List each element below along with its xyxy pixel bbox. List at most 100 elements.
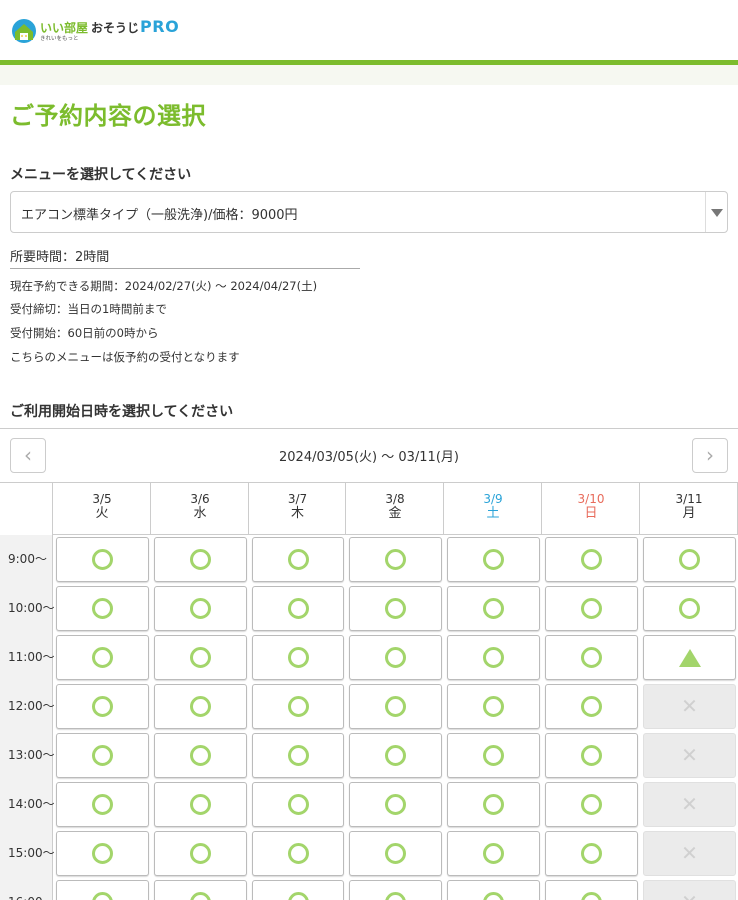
info-provisional: こちらのメニューは仮予約の受付となります: [10, 350, 240, 364]
day-weekday: 水: [193, 506, 207, 521]
day-header: 3/7 木: [250, 483, 346, 535]
slot-available[interactable]: [447, 684, 540, 729]
slot-available[interactable]: [56, 831, 149, 876]
slot-available[interactable]: [545, 782, 638, 827]
slot-available[interactable]: [252, 586, 344, 631]
day-header: 3/9 土: [445, 483, 542, 535]
slot-available[interactable]: [56, 635, 149, 680]
circle-available-icon: [581, 598, 602, 619]
circle-available-icon: [287, 647, 309, 668]
slot-available[interactable]: [349, 537, 442, 582]
circle-available-icon: [190, 549, 211, 570]
slot-available[interactable]: [643, 537, 736, 582]
house-logo-icon: [11, 18, 37, 44]
slot-available[interactable]: [252, 831, 344, 876]
slot-full: ✕: [643, 831, 736, 876]
day-header: 3/5 火: [54, 483, 151, 535]
day-header: 3/8 金: [347, 483, 444, 535]
slot-available[interactable]: [545, 880, 638, 900]
slot-available[interactable]: [545, 586, 638, 631]
info-booking-period: 現在予約できる期間：2024/02/27(火) 〜 2024/04/27(土): [10, 279, 318, 293]
slot-available[interactable]: [56, 586, 149, 631]
cross-full-icon: ✕: [681, 792, 698, 816]
slot-available[interactable]: [349, 635, 442, 680]
slot-available[interactable]: [154, 537, 247, 582]
slot-available[interactable]: [154, 635, 247, 680]
slot-full: ✕: [643, 733, 736, 778]
day-weekday: 木: [290, 506, 304, 521]
cross-full-icon: ✕: [644, 881, 735, 900]
slot-available[interactable]: [349, 782, 442, 827]
menu-select-value: エアコン標準タイプ（一般洗浄)/価格：9000円: [21, 208, 298, 223]
circle-available-icon: [581, 696, 602, 717]
circle-available-icon: [190, 794, 211, 815]
day-weekday: 土: [486, 506, 500, 521]
slot-available[interactable]: [252, 880, 344, 900]
cross-full-icon: ✕: [681, 841, 698, 865]
slot-available[interactable]: [252, 782, 344, 827]
slot-full: ✕: [643, 782, 736, 827]
slot-available[interactable]: [154, 586, 247, 631]
slot-available[interactable]: [545, 733, 638, 778]
day-date: 3/5: [92, 492, 112, 506]
slot-available[interactable]: [154, 782, 247, 827]
time-label: 10:00〜: [0, 584, 55, 633]
circle-available-icon: [581, 647, 602, 668]
slot-available[interactable]: [349, 831, 442, 876]
circle-available-icon: [581, 745, 602, 766]
day-date: 3/11: [675, 492, 703, 506]
day-date: 3/8: [385, 492, 405, 506]
slot-available[interactable]: [56, 733, 149, 778]
circle-available-icon: [483, 549, 504, 570]
duration-text: 所要時間：2時間: [10, 250, 110, 265]
circle-available-icon: [92, 598, 113, 619]
slot-available[interactable]: [154, 733, 247, 778]
slot-available[interactable]: [447, 733, 540, 778]
slot-available[interactable]: [349, 684, 442, 729]
slot-available[interactable]: [349, 733, 442, 778]
slot-available[interactable]: [154, 880, 247, 900]
slot-available[interactable]: [252, 733, 344, 778]
slot-available[interactable]: [447, 586, 540, 631]
grid-corner: [0, 483, 53, 535]
slot-available[interactable]: [154, 684, 247, 729]
day-header-row: 3/5 火 3/6 水 3/7 木 3/8 金 3/9 土 3/10 日 3/11 月: [0, 483, 738, 535]
slot-available[interactable]: [252, 537, 344, 582]
select-arrow-button[interactable]: [705, 192, 727, 232]
circle-available-icon: [483, 745, 504, 766]
brand-sub: おそうじ: [91, 21, 140, 36]
slot-available[interactable]: [252, 635, 344, 680]
slot-available[interactable]: [349, 880, 442, 900]
circle-available-icon: [190, 598, 211, 619]
slot-available[interactable]: [154, 831, 247, 876]
slot-available[interactable]: [56, 684, 149, 729]
day-weekday: 月: [682, 506, 696, 521]
slot-available[interactable]: [56, 782, 149, 827]
slot-available[interactable]: [447, 537, 540, 582]
slot-available[interactable]: [545, 537, 638, 582]
day-date: 3/10: [577, 492, 605, 506]
slot-available[interactable]: [545, 635, 638, 680]
slot-available[interactable]: [545, 831, 638, 876]
slot-available[interactable]: [447, 782, 540, 827]
next-week-button[interactable]: ›: [692, 438, 728, 473]
chevron-right-icon: ›: [706, 443, 714, 467]
slot-available[interactable]: [252, 684, 344, 729]
slot-available[interactable]: [447, 880, 540, 900]
slot-available[interactable]: [447, 635, 540, 680]
slot-available[interactable]: [56, 880, 149, 900]
menu-section-label: メニューを選択してください: [10, 167, 192, 183]
page-title: ご予約内容の選択: [10, 101, 206, 130]
menu-select[interactable]: エアコン標準タイプ（一般洗浄)/価格：9000円: [10, 191, 728, 233]
slot-available[interactable]: [349, 586, 442, 631]
time-label: 9:00〜: [0, 535, 53, 584]
slot-available[interactable]: [56, 537, 149, 582]
brand-logo[interactable]: いい部屋 おそうじ PRO きれいをもっと: [11, 16, 179, 46]
slot-available[interactable]: [545, 684, 638, 729]
slot-available[interactable]: [643, 586, 736, 631]
slot-few-left[interactable]: [643, 635, 736, 680]
slot-available[interactable]: [447, 831, 540, 876]
time-label: 11:00〜: [0, 633, 55, 682]
day-date: 3/7: [287, 492, 308, 506]
circle-available-icon: [92, 647, 113, 668]
